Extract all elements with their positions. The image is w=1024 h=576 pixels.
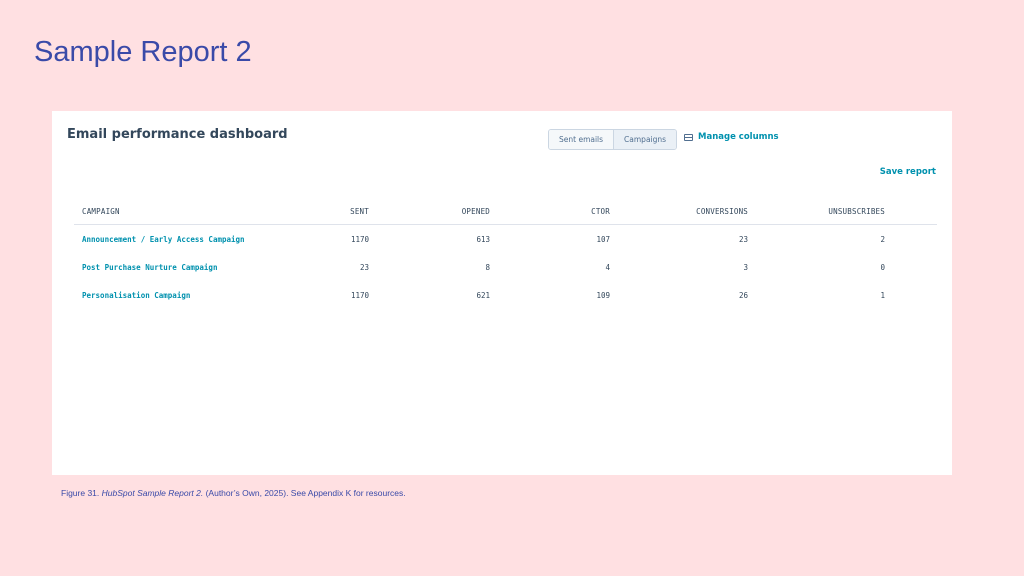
columns-icon bbox=[684, 133, 693, 141]
header-campaign[interactable]: CAMPAIGN bbox=[82, 207, 120, 216]
cell-conversions: 23 bbox=[738, 234, 748, 244]
cell-opened: 621 bbox=[476, 290, 490, 300]
header-unsubscribes[interactable]: UNSUBSCRIBES bbox=[828, 207, 885, 216]
cell-ctor: 4 bbox=[605, 262, 610, 272]
cell-unsubscribes: 1 bbox=[880, 290, 885, 300]
caption-italic: HubSpot Sample Report 2. bbox=[101, 488, 204, 498]
header-opened[interactable]: OPENED bbox=[462, 207, 490, 216]
cell-sent: 1170 bbox=[350, 234, 369, 244]
table-row: Announcement / Early Access Campaign 117… bbox=[74, 225, 937, 253]
table-row: Personalisation Campaign 1170 621 109 26… bbox=[74, 281, 937, 309]
cell-unsubscribes: 0 bbox=[880, 262, 885, 272]
cell-opened: 8 bbox=[485, 262, 490, 272]
table-row: Post Purchase Nurture Campaign 23 8 4 3 … bbox=[74, 253, 937, 281]
cell-ctor: 109 bbox=[596, 290, 610, 300]
caption-suffix: (Author’s Own, 2025). See Appendix K for… bbox=[203, 488, 406, 498]
toggle-sent-emails[interactable]: Sent emails bbox=[549, 130, 614, 149]
caption-prefix: Figure 31. bbox=[61, 488, 102, 498]
campaign-link[interactable]: Announcement / Early Access Campaign bbox=[82, 235, 245, 244]
cell-conversions: 3 bbox=[743, 262, 748, 272]
cell-unsubscribes: 2 bbox=[880, 234, 885, 244]
cell-sent: 1170 bbox=[350, 290, 369, 300]
manage-columns-label: Manage columns bbox=[698, 132, 779, 142]
toggle-campaigns[interactable]: Campaigns bbox=[613, 130, 677, 149]
campaign-link[interactable]: Post Purchase Nurture Campaign bbox=[82, 263, 217, 272]
cell-sent: 23 bbox=[359, 262, 369, 272]
header-ctor[interactable]: CTOR bbox=[591, 207, 610, 216]
campaign-table: CAMPAIGN SENT OPENED CTOR CONVERSIONS UN… bbox=[74, 199, 937, 309]
figure-caption: Figure 31. HubSpot Sample Report 2. (Aut… bbox=[61, 488, 406, 498]
header-conversions[interactable]: CONVERSIONS bbox=[696, 207, 748, 216]
cell-conversions: 26 bbox=[738, 290, 748, 300]
cell-opened: 613 bbox=[476, 234, 490, 244]
header-sent[interactable]: SENT bbox=[350, 207, 369, 216]
table-header: CAMPAIGN SENT OPENED CTOR CONVERSIONS UN… bbox=[74, 199, 937, 225]
manage-columns-button[interactable]: Manage columns bbox=[684, 132, 779, 142]
slide-title: Sample Report 2 bbox=[34, 36, 252, 68]
campaign-link[interactable]: Personalisation Campaign bbox=[82, 291, 190, 300]
save-report-button[interactable]: Save report bbox=[880, 167, 936, 177]
cell-ctor: 107 bbox=[596, 234, 610, 244]
dashboard-title: Email performance dashboard bbox=[67, 127, 288, 142]
view-toggle: Sent emails Campaigns bbox=[548, 129, 678, 150]
dashboard-panel: Email performance dashboard Sent emails … bbox=[52, 111, 952, 475]
